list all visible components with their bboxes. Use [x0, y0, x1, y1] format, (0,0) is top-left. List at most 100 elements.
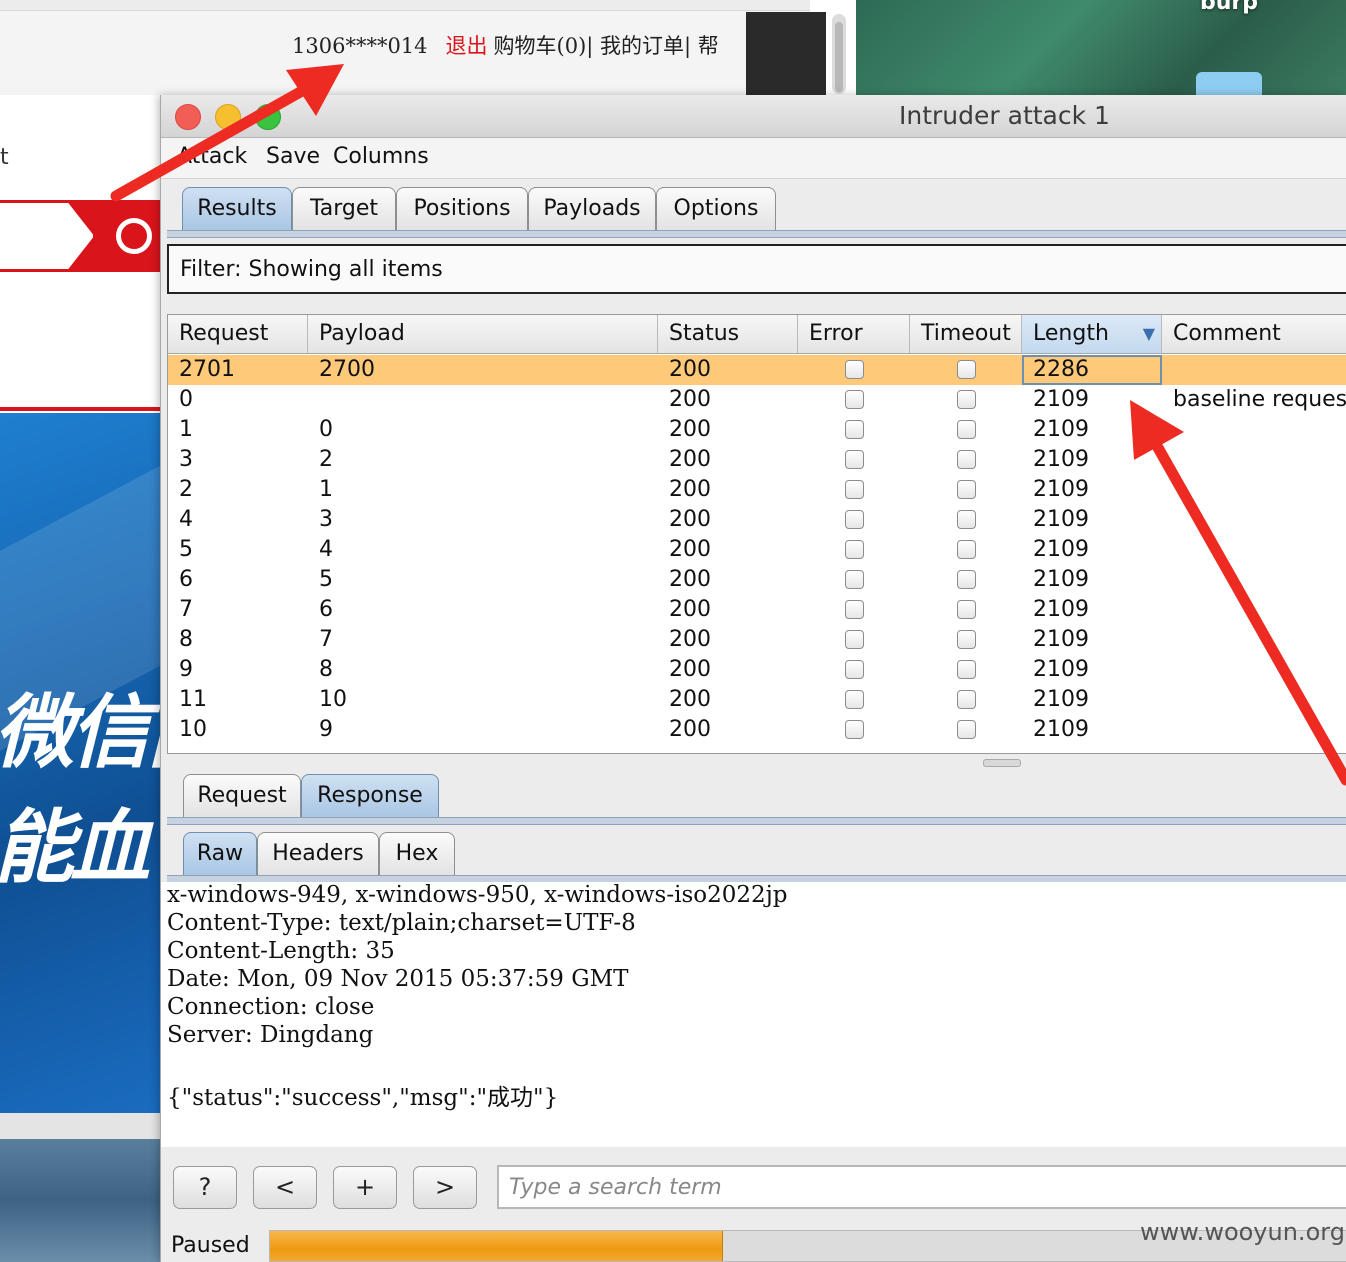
- timeout-checkbox[interactable]: [956, 660, 976, 679]
- cell-comment: [1162, 475, 1346, 505]
- table-row[interactable]: 4 3 200 2109: [168, 505, 1346, 535]
- zoom-window-button[interactable]: [255, 104, 281, 130]
- minimize-window-button[interactable]: [215, 104, 241, 130]
- dark-panel: [746, 12, 826, 95]
- help-button[interactable]: ?: [173, 1166, 237, 1209]
- tab-results[interactable]: Results: [182, 187, 292, 231]
- error-checkbox[interactable]: [844, 660, 864, 679]
- error-checkbox[interactable]: [844, 450, 864, 469]
- table-row[interactable]: 6 5 200 2109: [168, 565, 1346, 595]
- error-checkbox[interactable]: [844, 420, 864, 439]
- table-row[interactable]: 5 4 200 2109: [168, 535, 1346, 565]
- table-row-selected[interactable]: 2701 2700 200 2286: [168, 355, 1346, 385]
- tab-request[interactable]: Request: [183, 774, 301, 818]
- tab-hex[interactable]: Hex: [379, 832, 455, 876]
- cell-request: 7: [179, 597, 193, 622]
- error-checkbox[interactable]: [844, 690, 864, 709]
- error-checkbox[interactable]: [844, 600, 864, 619]
- timeout-checkbox[interactable]: [956, 600, 976, 619]
- table-row[interactable]: 9 8 200 2109: [168, 655, 1346, 685]
- site-top-links[interactable]: 购物车(0)| 我的订单| 帮: [494, 34, 719, 58]
- logout-link[interactable]: 退出: [446, 34, 488, 58]
- timeout-checkbox[interactable]: [956, 540, 976, 559]
- response-raw-view[interactable]: x-windows-949, x-windows-950, x-windows-…: [161, 882, 1346, 1147]
- timeout-checkbox[interactable]: [956, 510, 976, 529]
- column-header-timeout[interactable]: Timeout: [910, 315, 1022, 353]
- column-header-error[interactable]: Error: [798, 315, 910, 353]
- error-checkbox[interactable]: [844, 630, 864, 649]
- error-checkbox[interactable]: [844, 510, 864, 529]
- scrollbar-thumb[interactable]: [835, 22, 843, 92]
- cell-comment: [1162, 625, 1346, 655]
- site-promo-banner[interactable]: 微信由 能血: [0, 413, 160, 1113]
- cell-request: 6: [179, 567, 193, 592]
- timeout-checkbox[interactable]: [956, 390, 976, 409]
- cell-payload: 3: [319, 507, 333, 532]
- error-checkbox[interactable]: [844, 570, 864, 589]
- tab-positions[interactable]: Positions: [396, 187, 528, 231]
- tab-response[interactable]: Response: [301, 774, 439, 818]
- menu-save[interactable]: Save: [266, 144, 320, 169]
- timeout-checkbox[interactable]: [956, 570, 976, 589]
- cell-length: 2109: [1033, 417, 1089, 442]
- search-options-button[interactable]: +: [333, 1166, 397, 1209]
- previous-match-button[interactable]: <: [253, 1166, 317, 1209]
- browser-scrollbar[interactable]: [832, 14, 846, 94]
- cell-status: 200: [669, 687, 711, 712]
- menu-attack[interactable]: Attack: [177, 144, 247, 169]
- cell-length: 2109: [1033, 507, 1089, 532]
- column-header-request[interactable]: Request: [168, 315, 308, 353]
- table-row[interactable]: 2 1 200 2109: [168, 475, 1346, 505]
- cell-comment: baseline request: [1173, 387, 1346, 412]
- table-row[interactable]: 11 10 200 2109: [168, 685, 1346, 715]
- next-match-button[interactable]: >: [413, 1166, 477, 1209]
- desktop-folder-label[interactable]: burp: [1200, 0, 1258, 15]
- cell-payload: 5: [319, 567, 333, 592]
- timeout-checkbox[interactable]: [956, 480, 976, 499]
- timeout-checkbox[interactable]: [956, 630, 976, 649]
- cell-status: 200: [669, 597, 711, 622]
- sort-descending-icon: ▼: [1142, 324, 1155, 343]
- filter-bar[interactable]: Filter: Showing all items: [167, 244, 1346, 294]
- cell-payload: 2: [319, 447, 333, 472]
- table-row[interactable]: 1 0 200 2109: [168, 415, 1346, 445]
- tab-raw[interactable]: Raw: [183, 832, 257, 876]
- error-checkbox[interactable]: [844, 540, 864, 559]
- table-row[interactable]: 3 2 200 2109: [168, 445, 1346, 475]
- tab-headers[interactable]: Headers: [257, 832, 379, 876]
- table-row[interactable]: 7 6 200 2109: [168, 595, 1346, 625]
- search-input[interactable]: [497, 1165, 1346, 1209]
- split-pane-handle[interactable]: [983, 759, 1021, 767]
- timeout-checkbox[interactable]: [956, 360, 976, 379]
- error-checkbox[interactable]: [844, 360, 864, 379]
- cell-comment: [1162, 445, 1346, 475]
- column-header-payload[interactable]: Payload: [308, 315, 658, 353]
- table-row[interactable]: 0 200 2109 baseline request: [168, 385, 1346, 415]
- window-title: Intruder attack 1: [899, 101, 1110, 130]
- filter-text: Filter: Showing all items: [180, 257, 443, 282]
- timeout-checkbox[interactable]: [956, 420, 976, 439]
- timeout-checkbox[interactable]: [956, 690, 976, 709]
- error-checkbox[interactable]: [844, 720, 864, 739]
- tab-target[interactable]: Target: [292, 187, 396, 231]
- cell-comment: [1162, 715, 1346, 745]
- cell-status: 200: [669, 657, 711, 682]
- column-header-comment[interactable]: Comment: [1162, 315, 1346, 353]
- column-header-length[interactable]: Length ▼: [1022, 315, 1162, 353]
- response-body-line: {"status":"success","msg":"成功"}: [167, 1085, 559, 1111]
- error-checkbox[interactable]: [844, 390, 864, 409]
- error-checkbox[interactable]: [844, 480, 864, 499]
- menu-columns[interactable]: Columns: [333, 144, 429, 169]
- timeout-checkbox[interactable]: [956, 450, 976, 469]
- cell-payload: 7: [319, 627, 333, 652]
- column-header-status[interactable]: Status: [658, 315, 798, 353]
- cell-status: 200: [669, 447, 711, 472]
- tab-options[interactable]: Options: [656, 187, 776, 231]
- window-titlebar[interactable]: Intruder attack 1: [161, 95, 1346, 138]
- close-window-button[interactable]: [175, 104, 201, 130]
- cell-status: 200: [669, 357, 711, 382]
- table-row[interactable]: 10 9 200 2109: [168, 715, 1346, 745]
- timeout-checkbox[interactable]: [956, 720, 976, 739]
- tab-payloads[interactable]: Payloads: [528, 187, 656, 231]
- table-row[interactable]: 8 7 200 2109: [168, 625, 1346, 655]
